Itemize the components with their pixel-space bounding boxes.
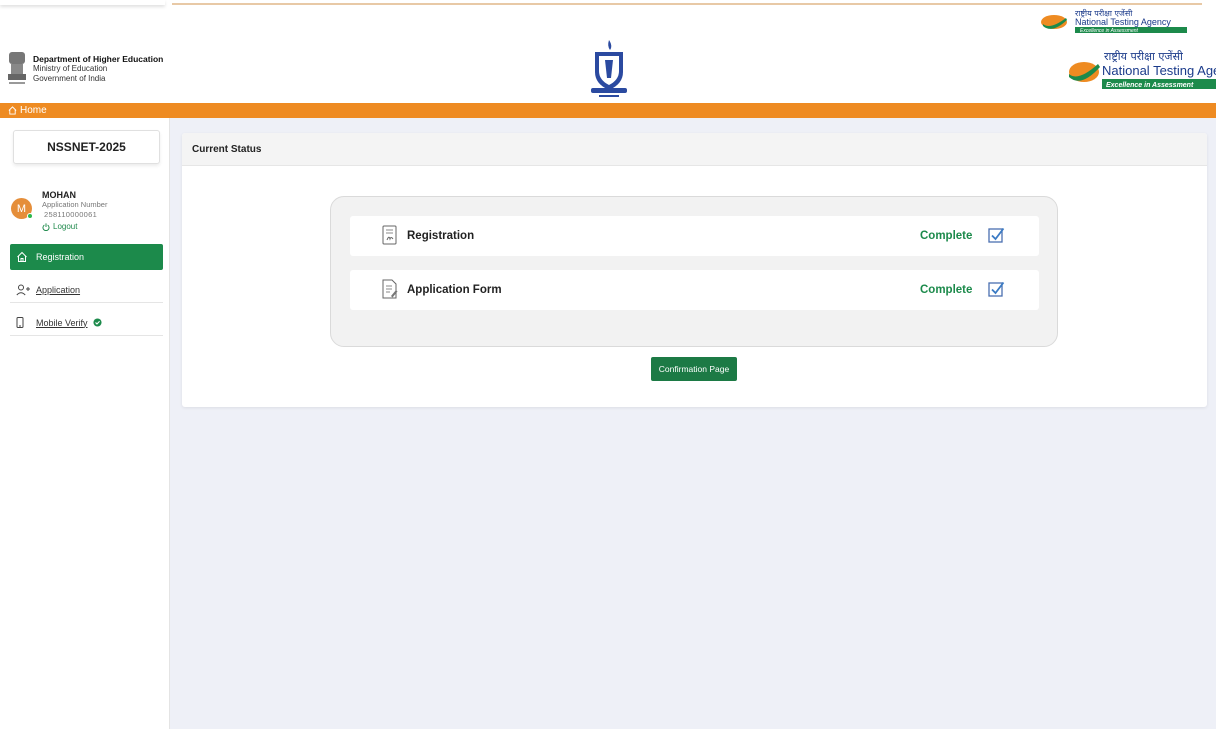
card-title: Current Status: [182, 133, 1207, 166]
nta-logo: राष्ट्रीय परीक्षा एजेंसी National Testin…: [1069, 50, 1216, 89]
checkbox-checked-icon: [988, 281, 1005, 297]
status-row-registration: Registration Complete: [350, 216, 1039, 256]
status-row-application-form: Application Form Complete: [350, 270, 1039, 310]
status-list: Registration Complete Application Form C…: [330, 196, 1058, 347]
avatar: M: [11, 198, 33, 219]
svg-text:Excellence in Assessment: Excellence in Assessment: [1106, 82, 1194, 89]
sidebar-item-registration[interactable]: Registration: [10, 244, 163, 270]
verified-check-icon: [92, 318, 102, 327]
dhe-text: Department of Higher Education Ministry …: [33, 53, 164, 84]
dhe-line1: Department of Higher Education: [33, 53, 164, 64]
top-divider: [172, 3, 1202, 5]
sidebar-item-application[interactable]: Application: [10, 277, 163, 303]
home-link[interactable]: Home: [8, 105, 47, 116]
svg-text:National Testing Agency: National Testing Agency: [1075, 17, 1171, 27]
user-name: MOHAN: [42, 190, 76, 200]
status-label: Application Form: [407, 284, 502, 296]
avatar-initial: M: [16, 202, 27, 215]
main-content: Current Status Registration Complete App…: [170, 118, 1216, 729]
app-number-label: Application Number: [42, 200, 108, 209]
home-icon: [17, 251, 27, 262]
logout-link[interactable]: Logout: [42, 222, 77, 231]
logout-label: Logout: [53, 222, 78, 231]
add-user-icon: [16, 284, 30, 295]
dhe-line3: Government of India: [33, 73, 106, 83]
svg-text:National Testing Agency: National Testing Agency: [1102, 63, 1216, 78]
sidebar: NSSNET-2025 M MOHAN Application Number 2…: [0, 118, 170, 729]
site-header: Department of Higher Education Ministry …: [0, 36, 1216, 103]
home-label: Home: [20, 105, 47, 116]
app-number: 258110000061: [44, 210, 98, 219]
svg-text:Excellence in Assessment: Excellence in Assessment: [1080, 28, 1139, 34]
svg-text:राष्ट्रीय परीक्षा एजेंसी: राष्ट्रीय परीक्षा एजेंसी: [1104, 50, 1183, 63]
sidebar-item-label: Application: [36, 284, 81, 295]
power-icon: [42, 222, 50, 231]
status-value: Complete: [920, 230, 973, 242]
institution-crest-icon: [591, 40, 627, 97]
status-value: Complete: [920, 284, 973, 296]
document-edit-icon: [382, 279, 398, 299]
nta-logo-small: राष्ट्रीय परीक्षा एजेंसी National Testin…: [1041, 8, 1187, 34]
document-sign-icon: [382, 225, 397, 245]
confirmation-page-button[interactable]: Confirmation Page: [651, 357, 737, 381]
sidebar-item-label: Registration: [36, 252, 85, 262]
status-label: Registration: [407, 230, 475, 242]
sidebar-item-mobile-verify[interactable]: Mobile Verify: [10, 310, 163, 336]
dhe-line2: Ministry of Education: [33, 64, 108, 74]
checkbox-checked-icon: [988, 227, 1005, 243]
dhe-branding: Department of Higher Education Ministry …: [6, 50, 163, 88]
top-tab: [0, 0, 165, 5]
sidebar-item-label: Mobile Verify: [36, 317, 88, 328]
mobile-icon: [16, 317, 24, 328]
home-icon: [8, 106, 17, 115]
ashoka-emblem-icon: [8, 52, 26, 84]
nav-bar: Home: [0, 103, 1216, 118]
status-card: Current Status Registration Complete App…: [182, 133, 1207, 407]
top-strip: राष्ट्रीय परीक्षा एजेंसी National Testin…: [0, 0, 1216, 36]
online-indicator: [27, 213, 33, 219]
exam-title: NSSNET-2025: [13, 130, 160, 164]
